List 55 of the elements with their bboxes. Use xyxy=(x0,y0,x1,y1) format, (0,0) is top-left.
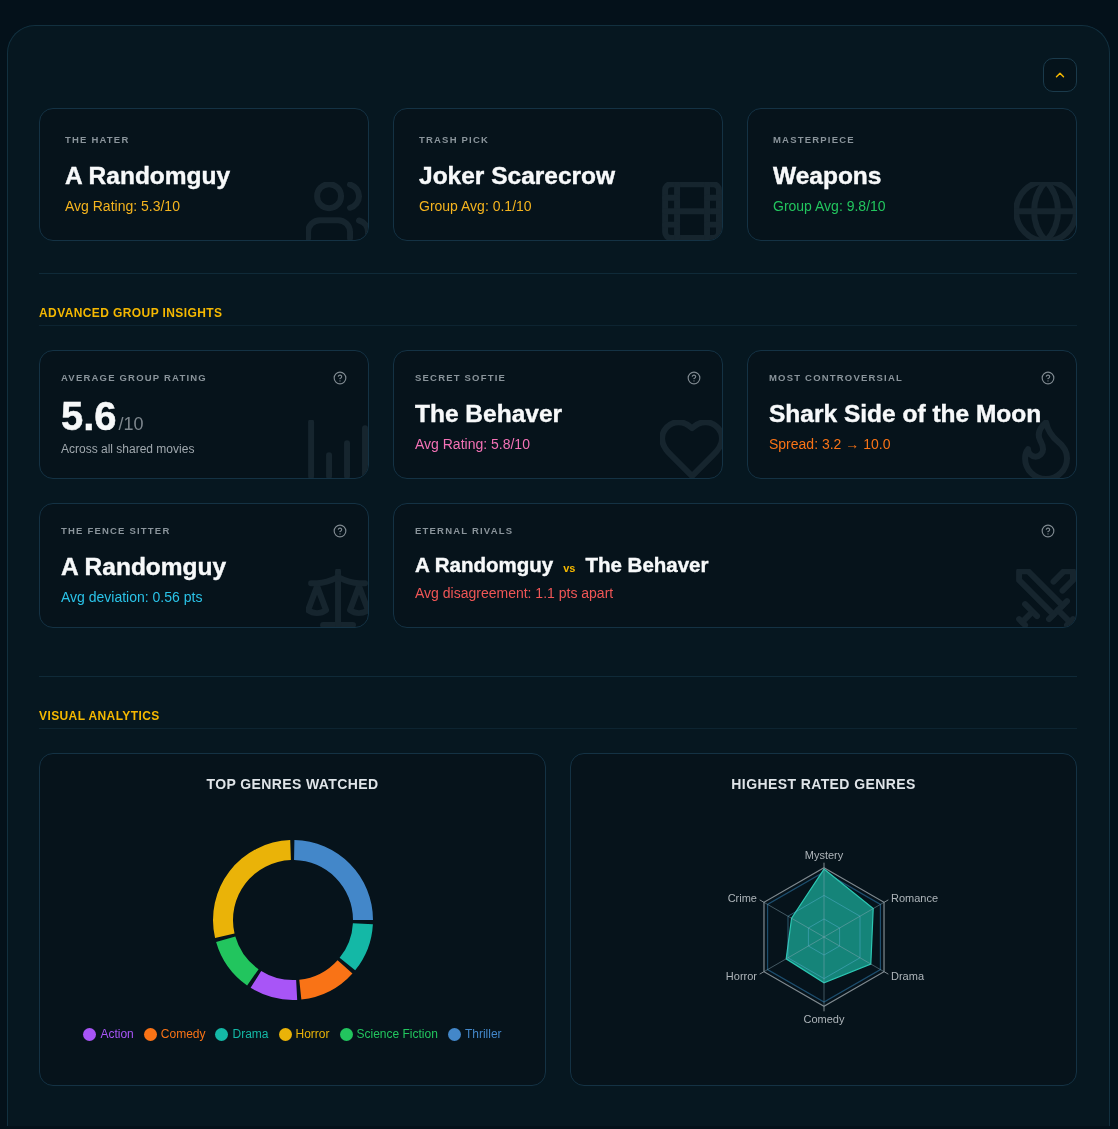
axis-label: Crime xyxy=(727,892,757,905)
insight-label: ETERNAL RIVALS xyxy=(415,525,514,537)
versus-label: vs xyxy=(563,563,576,574)
highlight-title: A Randomguy xyxy=(65,161,232,191)
insight-label: MOST CONTROVERSIAL xyxy=(769,372,904,384)
insight-title: The Behaver xyxy=(415,399,564,429)
legend-label: Horror xyxy=(295,1026,330,1043)
stat-caption: Across all shared movies xyxy=(61,441,196,458)
axis-label: Drama xyxy=(890,969,924,982)
help-icon[interactable] xyxy=(333,524,347,538)
axis-label: Mystery xyxy=(804,848,843,861)
insight-label: SECRET SOFTIE xyxy=(415,372,507,384)
chart-title: HIGHEST RATED GENRES xyxy=(730,775,917,793)
bar-chart-icon xyxy=(306,420,368,478)
film-icon xyxy=(660,182,722,240)
insight-label: AVERAGE GROUP RATING xyxy=(61,372,207,384)
swords-icon xyxy=(1014,569,1076,627)
insight-detail: Avg disagreement: 1.1 pts apart xyxy=(415,584,615,603)
axis-label: Comedy xyxy=(803,1012,844,1025)
heart-icon xyxy=(660,420,722,478)
section-heading: VISUAL ANALYTICS xyxy=(39,709,160,723)
highlight-label: TRASH PICK xyxy=(419,134,491,146)
insight-title: Shark Side of the Moon xyxy=(769,399,1043,429)
rival-name: A Randomguy xyxy=(415,552,554,578)
insight-detail: Avg deviation: 0.56 pts xyxy=(61,588,204,607)
scale-icon xyxy=(306,569,368,627)
stat-value: 5.6 xyxy=(61,396,117,436)
highlight-label: MASTERPIECE xyxy=(773,134,856,146)
stat-unit: /10 xyxy=(118,415,144,433)
legend-label: Drama xyxy=(232,1026,269,1043)
chart-title: TOP GENRES WATCHED xyxy=(205,775,380,793)
section-heading: ADVANCED GROUP INSIGHTS xyxy=(39,306,223,320)
axis-label: Horror xyxy=(725,969,757,982)
help-icon[interactable] xyxy=(1041,524,1055,538)
people-icon xyxy=(306,182,368,240)
help-icon[interactable] xyxy=(687,371,701,385)
insight-detail: Spread: 3.2 → 10.0 xyxy=(769,435,892,454)
legend-label: Science Fiction xyxy=(356,1026,438,1043)
highlight-detail: Group Avg: 0.1/10 xyxy=(419,197,533,216)
help-icon[interactable] xyxy=(1041,371,1055,385)
legend-label: Comedy xyxy=(160,1026,206,1043)
globe-icon xyxy=(1014,182,1076,240)
legend-label: Action xyxy=(100,1026,134,1043)
axis-label: Romance xyxy=(890,892,938,905)
insight-detail: Avg Rating: 5.8/10 xyxy=(415,435,531,454)
insight-title: A Randomguy xyxy=(61,552,228,582)
highlight-title: Joker Scarecrow xyxy=(419,161,617,191)
help-icon[interactable] xyxy=(333,371,347,385)
rival-name: The Behaver xyxy=(585,552,709,578)
insight-label: THE FENCE SITTER xyxy=(61,525,171,537)
highlight-detail: Group Avg: 9.8/10 xyxy=(773,197,887,216)
highlight-label: THE HATER xyxy=(65,134,131,146)
highlight-title: Weapons xyxy=(773,161,883,191)
legend-label: Thriller xyxy=(464,1026,502,1043)
highlight-detail: Avg Rating: 5.3/10 xyxy=(65,197,181,216)
